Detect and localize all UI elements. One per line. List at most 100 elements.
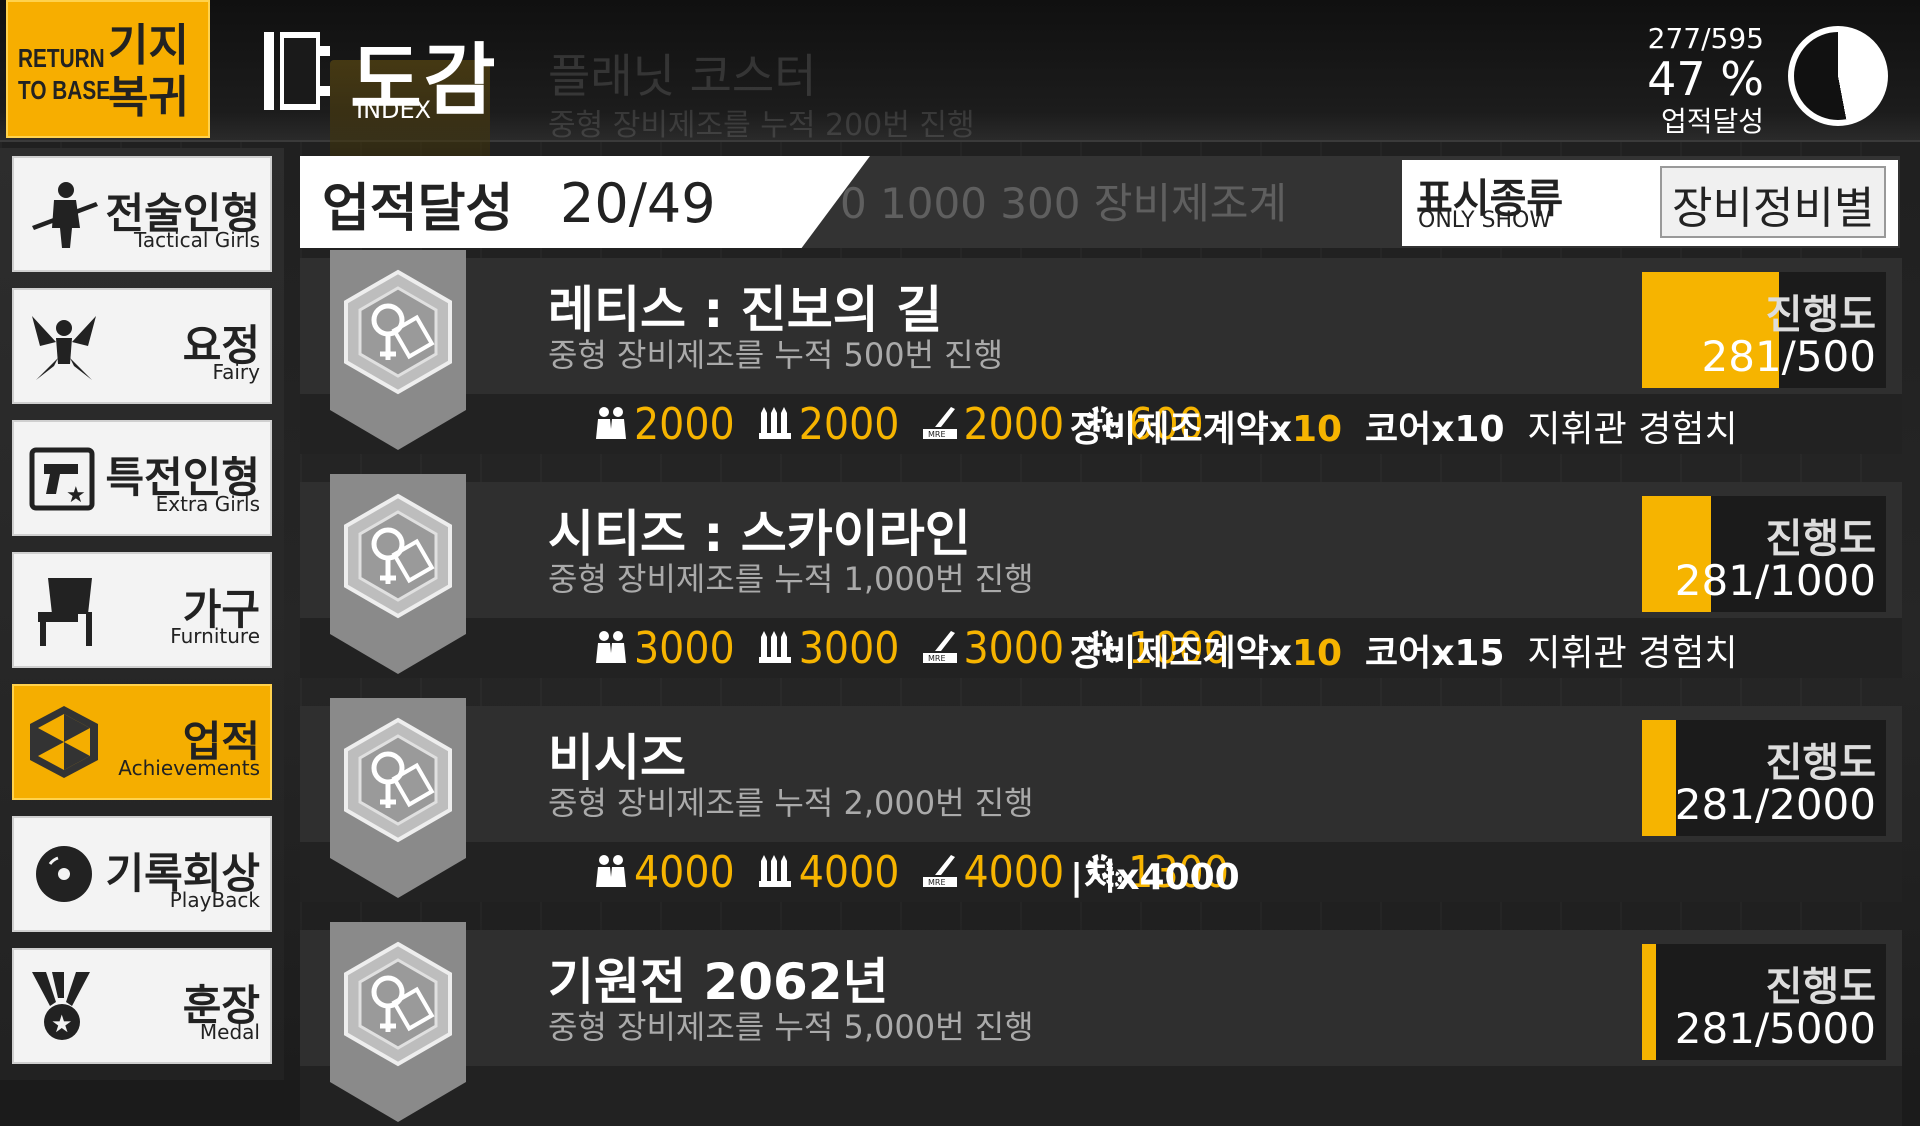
reward-ration: MRE 4000: [921, 847, 1064, 898]
svg-text:★: ★: [66, 483, 86, 508]
ammo-icon: [757, 403, 799, 445]
summary-count: 20/49: [560, 172, 716, 235]
achievement-card[interactable]: 비시즈 중형 장비제조를 누적 2,000번 진행 진행도 281/2000 4000 4…: [300, 698, 1902, 902]
pistol-star-icon: ★: [26, 440, 102, 516]
reward-ammo: 2000: [757, 398, 900, 450]
sidebar-item-extra-girls[interactable]: ★ 특전인형 Extra Girls: [12, 420, 272, 536]
sidebar-item-medal[interactable]: ★ 훈장 Medal: [12, 948, 272, 1064]
achievement-card[interactable]: 기원전 2062년 중형 장비제조를 누적 5,000번 진행 진행도 281/500…: [300, 922, 1902, 1126]
achievement-desc: 중형 장비제조를 누적 500번 진행: [548, 336, 1004, 374]
reward-item-c: 지휘관 경험치: [1527, 409, 1738, 450]
ration-icon: MRE: [921, 851, 963, 893]
achievement-progress: 진행도 281/2000: [1642, 720, 1886, 836]
ammo-icon: [757, 851, 799, 893]
manpower-icon: [592, 403, 634, 445]
sidebar-item-label-en: Extra Girls: [155, 492, 260, 516]
reward-items: |치x4000: [1070, 848, 1285, 900]
sidebar-item-furniture[interactable]: 가구 Furniture: [12, 552, 272, 668]
progress-fill: [1642, 944, 1656, 1060]
reward-item-b: 코어x10: [1364, 409, 1505, 450]
reward-item-a-count: 10: [1291, 633, 1343, 674]
summary-label: 업적달성: [322, 179, 514, 239]
achievement-desc: 중형 장비제조를 누적 5,000번 진행: [548, 1008, 1034, 1046]
achievement-desc: 중형 장비제조를 누적 2,000번 진행: [548, 784, 1034, 822]
filter-value[interactable]: 장비정비별: [1672, 172, 1874, 236]
progress-pie-icon: [1788, 26, 1888, 126]
return-label-ko: 기지 복귀: [108, 20, 204, 124]
reward-item-c: 지휘관 경험치: [1527, 633, 1738, 674]
achievement-badge-icon: [330, 474, 466, 674]
return-label-ko-text: 기지 복귀: [108, 20, 189, 123]
total-label: 업적달성: [1660, 105, 1764, 138]
total-progress: 277/595 47 % 업적달성: [1647, 18, 1902, 138]
reward-items: 장비제조계약x10 코어x15 지휘관 경험치: [1070, 624, 1738, 676]
reward-items: 장비제조계약x10 코어x10 지휘관 경험치: [1070, 400, 1738, 452]
background-desc: 중형 장비제조를 누적 200번 진행: [548, 108, 975, 143]
reward-value: 4000: [634, 846, 735, 898]
reward-ration: MRE 3000: [921, 623, 1064, 674]
ammo-icon: [757, 627, 799, 669]
top-bar: 플래닛 코스터 중형 장비제조를 누적 200번 진행 RETURN TO BA…: [0, 0, 1920, 160]
achievement-progress: 진행도 281/1000: [1642, 496, 1886, 612]
reward-value: 3000: [963, 622, 1065, 674]
sidebar-item-playback[interactable]: 기록회상 PlayBack: [12, 816, 272, 932]
reward-manpower: 4000: [592, 847, 735, 898]
sidebar-item-label-en: Tactical Girls: [134, 228, 260, 252]
reward-ammo: 4000: [757, 846, 900, 898]
ration-icon: MRE: [921, 627, 963, 669]
total-percent: 47 %: [1647, 52, 1764, 106]
reward-item-b: 코어x15: [1364, 633, 1505, 674]
total-count: 277/595: [1647, 22, 1764, 55]
summary-ghost-text: 0 1000 300 장비제조계: [840, 179, 1288, 228]
reward-items: [1070, 1072, 1116, 1113]
sidebar-item-tactical-girls[interactable]: 전술인형 Tactical Girls: [12, 156, 272, 272]
disc-icon: [26, 836, 102, 912]
sidebar-item-label-en: PlayBack: [169, 888, 260, 912]
reward-ammo: 3000: [757, 622, 900, 674]
manpower-icon: [592, 627, 634, 669]
reward-ration: MRE 2000: [921, 399, 1064, 450]
return-label-en: RETURN TO BASE: [18, 43, 111, 105]
fairy-icon: [26, 308, 102, 384]
progress-value: 281/2000: [1674, 780, 1876, 829]
reward-item-a: 장비제조계약x: [1070, 633, 1292, 674]
manpower-icon: [592, 851, 634, 893]
filter-label-en: ONLY SHOW: [1418, 208, 1552, 233]
reward-value: 2000: [798, 398, 900, 450]
achievement-hex-icon: [26, 704, 102, 780]
reward-value: 3000: [634, 622, 735, 674]
achievement-badge-icon: [330, 698, 466, 898]
return-to-base-button[interactable]: RETURN TO BASE 기지 복귀: [6, 0, 210, 138]
reward-value: 2000: [634, 398, 735, 450]
rifle-soldier-icon: [26, 176, 102, 252]
svg-text:MRE: MRE: [928, 654, 946, 663]
sidebar-item-label-en: Achievements: [118, 756, 260, 780]
svg-text:★: ★: [51, 1010, 73, 1038]
achievement-card[interactable]: 레티스 : 진보의 길 중형 장비제조를 누적 500번 진행 진행도 281/500…: [300, 250, 1902, 454]
reward-value: 3000: [798, 622, 900, 674]
reward-manpower: 3000: [592, 623, 735, 674]
sidebar-item-label-en: Furniture: [170, 624, 260, 648]
achievement-badge-icon: [330, 250, 466, 450]
progress-value: 281/5000: [1674, 1004, 1876, 1053]
svg-text:MRE: MRE: [928, 878, 946, 887]
achievement-badge-icon: [330, 922, 466, 1122]
ration-icon: MRE: [921, 403, 963, 445]
sidebar-item-achievements[interactable]: 업적 Achievements: [12, 684, 272, 800]
achievement-card[interactable]: 시티즈 : 스카이라인 중형 장비제조를 누적 1,000번 진행 진행도 281/1…: [300, 474, 1902, 678]
achievement-progress: 진행도 281/500: [1642, 272, 1886, 388]
reward-value: 4000: [798, 846, 900, 898]
background-title: 플래닛 코스터: [548, 49, 817, 103]
sidebar-item-fairy[interactable]: 요정 Fairy: [12, 288, 272, 404]
progress-value: 281/1000: [1674, 556, 1876, 605]
sidebar-item-label-en: Fairy: [212, 360, 260, 384]
medal-icon: ★: [26, 968, 102, 1044]
